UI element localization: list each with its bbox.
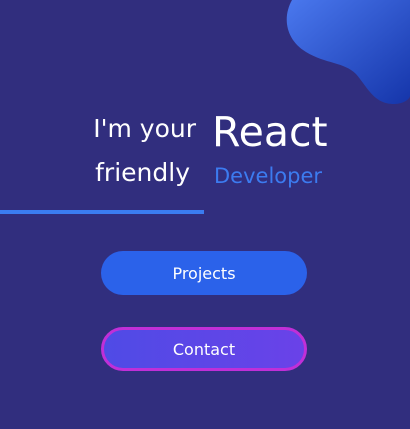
hero-section: I'm your friendly React Developer	[0, 106, 410, 216]
greeting-line-1: I'm your	[93, 114, 196, 143]
role-title: React	[212, 108, 328, 156]
contact-button-label: Contact	[172, 339, 236, 359]
accent-underline	[0, 210, 204, 214]
decorative-blob-shape	[286, 0, 410, 104]
projects-button[interactable]: Projects	[101, 251, 307, 295]
projects-button-label: Projects	[172, 263, 236, 283]
contact-button[interactable]: Contact	[101, 327, 307, 371]
role-subtitle: Developer	[214, 164, 323, 188]
greeting-line-2: friendly	[95, 158, 190, 187]
